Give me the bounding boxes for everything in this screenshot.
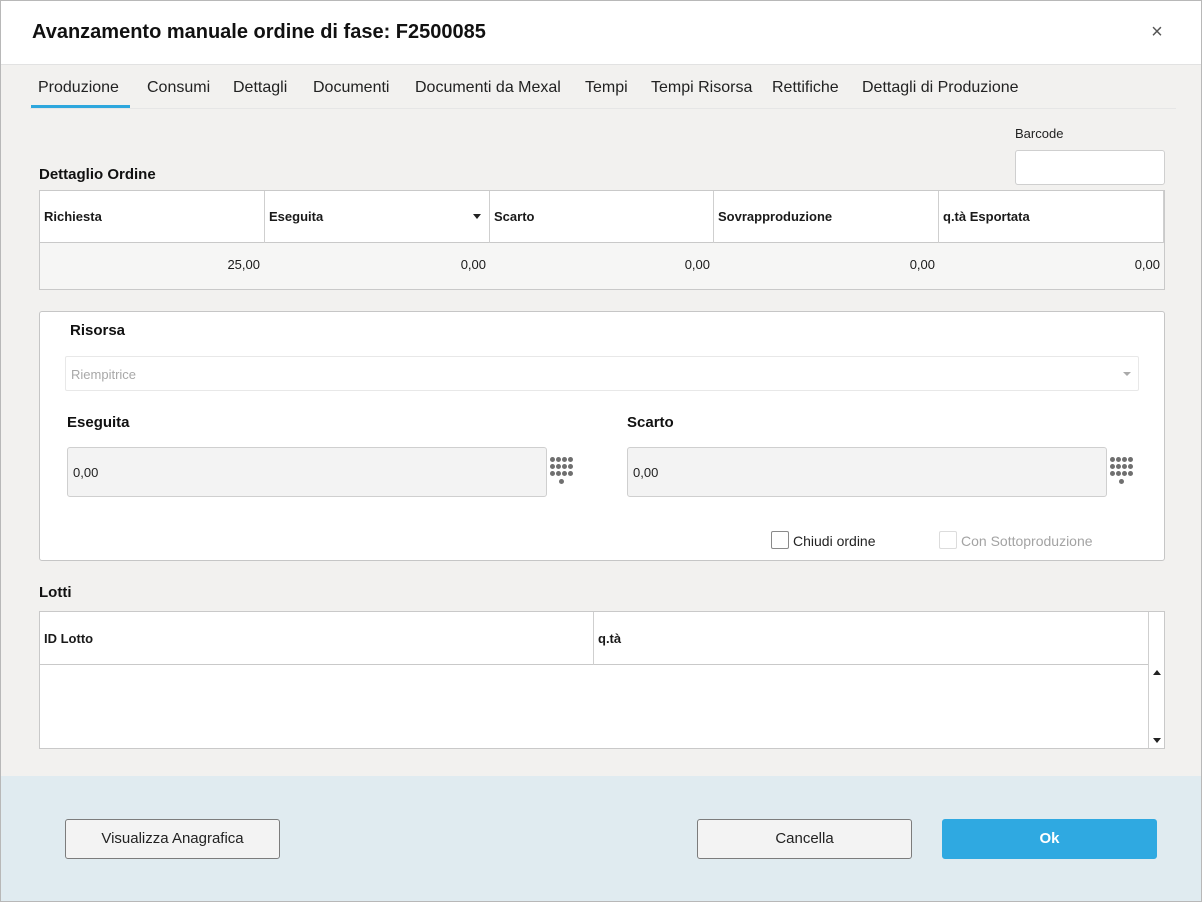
subproduction-checkbox[interactable] [939,531,957,549]
scroll-up-icon[interactable] [1153,670,1161,675]
cell-richiesta: 25,00 [227,257,260,272]
cell-scarto: 0,00 [684,257,710,272]
keypad-icon[interactable] [550,457,574,489]
lots-grid: ID Lotto q.tà [39,611,1165,749]
tab-documenti[interactable]: Documenti [313,79,389,97]
order-detail-grid: Richiesta Eseguita Scarto Sovrapproduzio… [39,190,1165,290]
scarto-value: 0,00 [633,465,659,480]
tab-bar: Produzione Consumi Dettagli Documenti Do… [30,67,1176,109]
tab-dettagli[interactable]: Dettagli [233,79,287,97]
subproduction-label: Con Sottoproduzione [961,533,1093,549]
barcode-label: Barcode [1015,126,1064,141]
order-detail-header: Richiesta Eseguita Scarto Sovrapproduzio… [40,191,1164,243]
col-id-lotto[interactable]: ID Lotto [40,612,594,665]
close-order-label: Chiudi ordine [793,533,876,549]
scarto-label: Scarto [627,414,674,431]
cancel-button[interactable]: Cancella [697,819,912,859]
tab-tempi[interactable]: Tempi [585,79,628,97]
col-qta-esportata[interactable]: q.tà Esportata [939,191,1164,243]
close-icon[interactable]: × [1145,19,1169,45]
dialog-title: Avanzamento manuale ordine di fase: F250… [32,21,486,43]
scroll-down-icon[interactable] [1153,738,1161,743]
eseguita-label: Eseguita [67,414,130,431]
col-qta[interactable]: q.tà [594,612,1148,665]
col-eseguita[interactable]: Eseguita [265,191,490,243]
tab-documenti-da-mexal[interactable]: Documenti da Mexal [415,79,561,97]
eseguita-value: 0,00 [73,465,99,480]
cell-eseguita: 0,00 [460,257,486,272]
tab-produzione[interactable]: Produzione [38,79,119,97]
tab-dettagli-di-produzione[interactable]: Dettagli di Produzione [862,79,1019,97]
col-scarto[interactable]: Scarto [490,191,714,243]
cell-sovrapproduzione: 0,00 [909,257,935,272]
lots-header: ID Lotto q.tà [40,612,1148,665]
resource-label: Risorsa [70,322,126,339]
view-registry-button[interactable]: Visualizza Anagrafica [65,819,280,859]
eseguita-input[interactable]: 0,00 [67,447,547,497]
tab-tempi-risorsa[interactable]: Tempi Risorsa [651,79,752,97]
resource-panel [39,311,1165,561]
barcode-input[interactable] [1015,150,1165,185]
scarto-input[interactable]: 0,00 [627,447,1107,497]
col-eseguita-label: Eseguita [269,209,324,224]
resource-select[interactable]: Riempitrice [65,356,1139,391]
order-detail-title: Dettaglio Ordine [39,166,156,183]
lots-title: Lotti [39,584,72,601]
sort-desc-icon [473,214,481,219]
cell-qta-esportata: 0,00 [1134,257,1160,272]
lots-scrollbar[interactable] [1148,612,1164,748]
resource-select-value: Riempitrice [71,367,137,382]
close-order-checkbox[interactable] [771,531,789,549]
dialog-footer: Visualizza Anagrafica Cancella Ok [1,776,1201,901]
ok-button[interactable]: Ok [942,819,1157,859]
dialog-window: Avanzamento manuale ordine di fase: F250… [0,0,1202,902]
col-richiesta[interactable]: Richiesta [40,191,265,243]
tab-rettifiche[interactable]: Rettifiche [772,79,839,97]
title-bar: Avanzamento manuale ordine di fase: F250… [1,1,1201,65]
tab-consumi[interactable]: Consumi [147,79,210,97]
chevron-down-icon [1123,372,1131,376]
active-tab-indicator [31,105,130,108]
keypad-icon[interactable] [1110,457,1134,489]
col-sovrapproduzione[interactable]: Sovrapproduzione [714,191,939,243]
